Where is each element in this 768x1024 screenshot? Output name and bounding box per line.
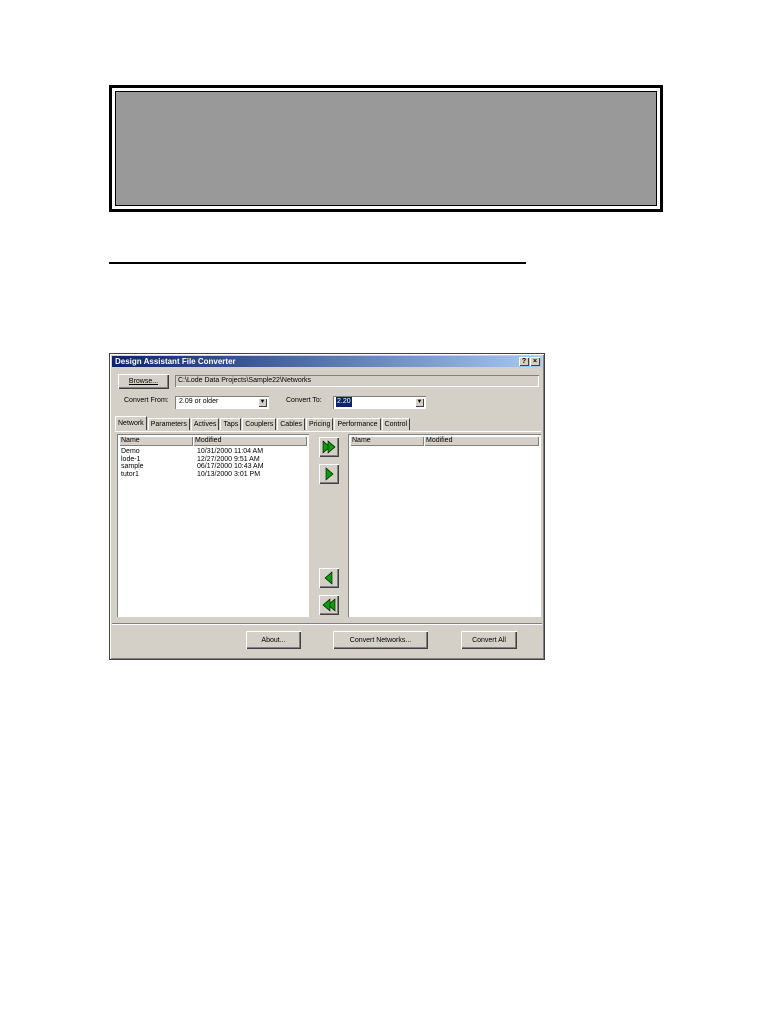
footer-separator <box>112 623 542 625</box>
move-all-left-button[interactable] <box>319 595 339 615</box>
item-modified: 10/13/2000 3:01 PM <box>197 470 261 478</box>
tab-strip: Network Parameters Actives Taps Couplers… <box>115 416 411 430</box>
arrow-left-icon <box>324 571 333 585</box>
tab-network[interactable]: Network <box>115 416 147 430</box>
convert-from-label: Convert From: <box>124 397 169 404</box>
source-network-list[interactable]: Name Modified Demo 10/31/2000 11:04 AM lo… <box>117 434 309 617</box>
convert-to-label: Convert To: <box>286 397 322 404</box>
convert-all-button[interactable]: Convert All <box>461 631 517 649</box>
tab-taps[interactable]: Taps <box>220 418 242 430</box>
window-title: Design Assistant File Converter <box>115 357 236 366</box>
file-converter-dialog: Design Assistant File Converter ? × Brow… <box>109 353 545 660</box>
tab-parameters[interactable]: Parameters <box>147 418 190 430</box>
tab-pricing[interactable]: Pricing <box>306 418 334 430</box>
tab-actives[interactable]: Actives <box>190 418 220 430</box>
close-button[interactable]: × <box>530 357 540 366</box>
banner-fill <box>115 91 657 206</box>
move-all-right-button[interactable] <box>319 437 339 457</box>
convert-networks-button[interactable]: Convert Networks... <box>333 631 428 649</box>
chevron-down-icon[interactable]: ▼ <box>415 398 424 407</box>
target-network-list[interactable]: Name Modified <box>348 434 541 617</box>
tab-cables[interactable]: Cables <box>277 418 306 430</box>
item-name: Demo <box>121 448 140 455</box>
about-button[interactable]: About... <box>246 631 301 649</box>
tab-performance[interactable]: Performance <box>334 418 381 430</box>
title-bar: Design Assistant File Converter ? × <box>112 356 542 367</box>
double-arrow-right-icon <box>322 440 336 454</box>
convert-from-select[interactable]: 2.09 or older ▼ <box>175 396 269 409</box>
tab-control[interactable]: Control <box>381 418 411 430</box>
column-header-name[interactable]: Name <box>119 436 193 446</box>
item-modified: 10/31/2000 11:04 AM <box>197 448 264 455</box>
move-left-button[interactable] <box>319 568 339 588</box>
move-right-button[interactable] <box>319 464 339 484</box>
item-modified: 12/27/2000 9:51 AM <box>197 455 260 463</box>
list-item[interactable]: lode-1 12/27/2000 9:51 AM <box>121 456 264 464</box>
convert-to-value: 2.20 <box>336 397 352 407</box>
item-name: lode-1 <box>121 455 141 463</box>
chevron-down-icon[interactable]: ▼ <box>258 398 267 407</box>
browse-button[interactable]: Browse... <box>118 374 169 389</box>
column-header-name[interactable]: Name <box>350 436 424 446</box>
path-field: C:\Lode Data Projects\Sample22\Networks <box>175 375 539 387</box>
item-name: tutor1 <box>121 470 139 478</box>
item-modified: 06/17/2000 10:43 AM <box>197 463 264 470</box>
convert-from-value: 2.09 or older <box>179 398 219 405</box>
column-header-modified[interactable]: Modified <box>193 436 307 446</box>
arrow-right-icon <box>325 467 334 481</box>
convert-to-select[interactable]: 2.20 ▼ <box>333 396 426 409</box>
list-item[interactable]: sample 06/17/2000 10:43 AM <box>121 463 264 471</box>
list-item[interactable]: Demo 10/31/2000 11:04 AM <box>121 448 264 456</box>
divider-rule <box>109 262 526 264</box>
item-name: sample <box>121 463 144 470</box>
list-item[interactable]: tutor1 10/13/2000 3:01 PM <box>121 471 264 479</box>
double-arrow-left-icon <box>322 598 336 612</box>
help-button[interactable]: ? <box>519 357 529 366</box>
tab-couplers[interactable]: Couplers <box>242 418 277 430</box>
header-banner <box>109 85 663 212</box>
column-header-modified[interactable]: Modified <box>424 436 539 446</box>
